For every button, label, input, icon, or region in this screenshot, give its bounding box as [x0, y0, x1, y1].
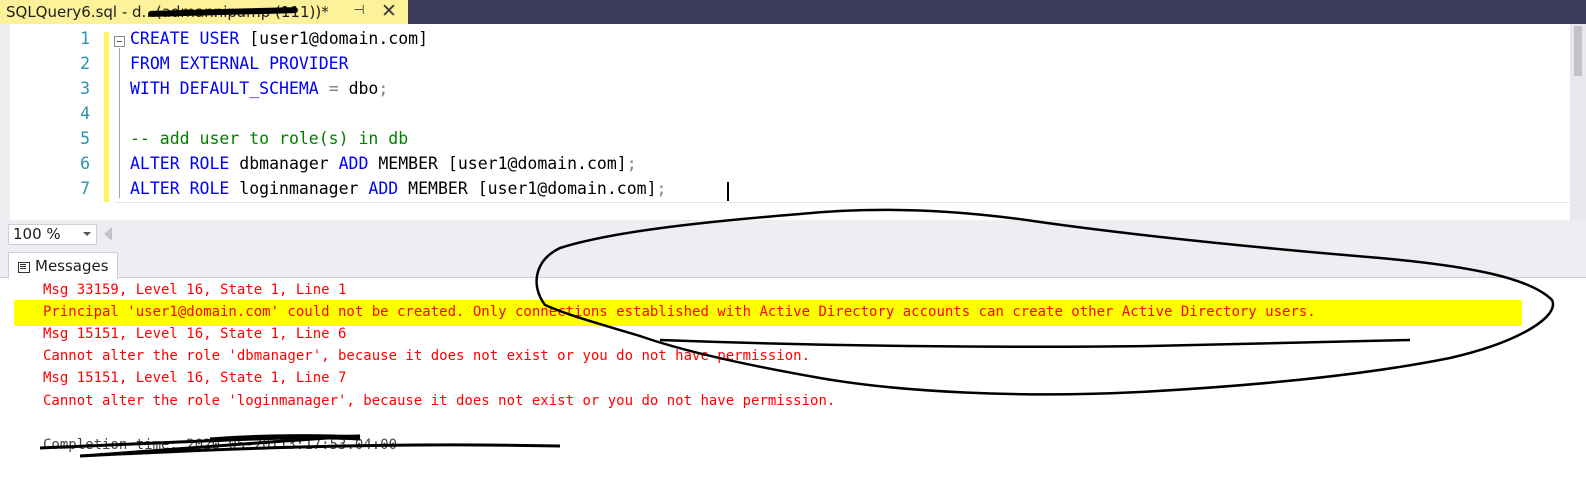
code-text[interactable]: CREATE USER [user1@domain.com]	[130, 29, 428, 48]
code-line[interactable]: 3 WITH DEFAULT_SCHEMA = dbo;	[10, 77, 1570, 102]
tab-messages[interactable]: Messages	[8, 252, 118, 279]
line-number: 4	[80, 104, 90, 123]
scrollbar-thumb[interactable]	[1574, 26, 1582, 76]
message-line: Cannot alter the role 'dbmanager', becau…	[43, 348, 811, 364]
messages-icon	[17, 260, 31, 273]
line-number: 2	[80, 54, 90, 73]
line-number: 5	[80, 129, 90, 148]
code-text[interactable]: WITH DEFAULT_SCHEMA = dbo;	[130, 79, 388, 98]
line-number: 6	[80, 154, 90, 173]
message-line: Msg 15151, Level 16, State 1, Line 6	[43, 326, 347, 342]
message-line: Msg 15151, Level 16, State 1, Line 7	[43, 370, 347, 386]
text-caret	[727, 182, 729, 201]
code-line[interactable]: 6 ALTER ROLE dbmanager ADD MEMBER [user1@…	[10, 152, 1570, 177]
scroll-left-icon[interactable]	[104, 227, 112, 241]
code-text[interactable]: ALTER ROLE loginmanager ADD MEMBER [user…	[130, 179, 666, 198]
editor-status-bar	[0, 220, 1586, 250]
code-text[interactable]: FROM EXTERNAL PROVIDER	[130, 54, 349, 73]
ssms-window: SQLQuery6.sql - d...(admannipamp (111))*…	[0, 0, 1586, 481]
completion-time: Completion time: 2020-05-20T13:17:53.04:…	[43, 437, 398, 453]
message-line: Cannot alter the role 'loginmanager', be…	[43, 393, 836, 409]
line-number: 7	[80, 179, 90, 198]
zoom-value: 100 %	[13, 225, 61, 243]
results-tab-strip	[0, 250, 1586, 278]
query-editor[interactable]: 1 CREATE USER [user1@domain.com] 2 FROM EXT…	[0, 24, 1586, 227]
document-tab[interactable]: SQLQuery6.sql - d...(admannipamp (111))*…	[0, 0, 408, 24]
code-text[interactable]: ALTER ROLE dbmanager ADD MEMBER [user1@d…	[130, 154, 637, 173]
editor-vertical-scrollbar[interactable]	[1570, 24, 1586, 220]
code-text[interactable]: -- add user to role(s) in db	[130, 129, 408, 148]
message-line: Msg 33159, Level 16, State 1, Line 1	[43, 282, 347, 298]
code-line[interactable]: 5 -- add user to role(s) in db	[10, 127, 1570, 152]
line-number: 1	[80, 29, 90, 48]
chevron-down-icon[interactable]	[83, 232, 91, 236]
tab-messages-label: Messages	[35, 257, 109, 275]
close-icon[interactable]: ✕	[379, 1, 399, 21]
code-line[interactable]: 2 FROM EXTERNAL PROVIDER	[10, 52, 1570, 77]
code-line[interactable]: 1 CREATE USER [user1@domain.com]	[10, 27, 1570, 52]
pin-icon[interactable]: ⊣	[351, 3, 367, 19]
message-line: Principal 'user1@domain.com' could not b…	[43, 304, 1316, 320]
line-number: 3	[80, 79, 90, 98]
code-line[interactable]: 7 ALTER ROLE loginmanager ADD MEMBER [use…	[10, 177, 1570, 202]
code-line[interactable]: 4	[10, 102, 1570, 127]
